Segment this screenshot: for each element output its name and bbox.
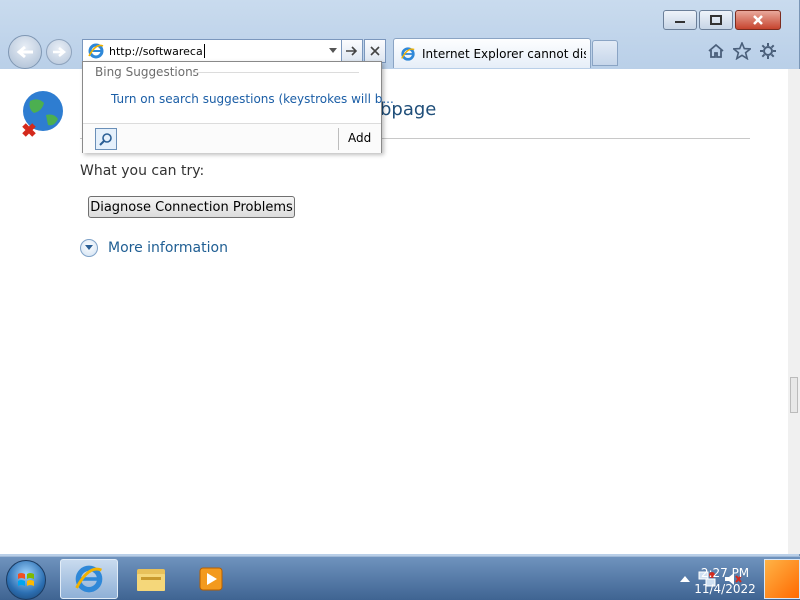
divider [193, 72, 359, 73]
new-tab-button[interactable] [592, 40, 618, 66]
ie-icon [401, 46, 415, 61]
close-icon [753, 15, 763, 25]
command-icons [706, 41, 778, 61]
globe-error-icon [22, 91, 63, 137]
turn-on-suggestions-link[interactable]: Turn on search suggestions (keystrokes w… [111, 92, 394, 106]
scrollbar-thumb[interactable] [790, 377, 798, 413]
what-you-can-try-label: What you can try: [80, 163, 205, 179]
maximize-button[interactable] [699, 10, 733, 30]
taskbar: 2:27 PM 11/4/2022 [0, 556, 800, 600]
divider [338, 128, 339, 150]
tray-up-arrow-icon [680, 576, 690, 582]
taskbar-clock[interactable]: 2:27 PM 11/4/2022 [690, 565, 760, 597]
home-button[interactable] [706, 41, 726, 61]
taskbar-internet-explorer[interactable] [60, 559, 118, 599]
add-search-provider-button[interactable]: Add [348, 131, 371, 145]
folder-icon [137, 569, 165, 591]
tools-gear-icon [760, 43, 776, 59]
diagnose-connection-button[interactable]: Diagnose Connection Problems [88, 196, 295, 218]
favorites-button[interactable] [732, 41, 752, 61]
window-controls [663, 10, 781, 30]
address-input[interactable]: http://softwareca [109, 45, 203, 58]
show-desktop-button[interactable] [764, 559, 800, 599]
address-suggestions-dropdown: Bing Suggestions Turn on search suggesti… [82, 61, 394, 153]
favorites-star-icon [733, 42, 751, 60]
more-information-label[interactable]: More information [108, 240, 228, 256]
clock-time: 2:27 PM [700, 566, 750, 580]
close-button[interactable] [735, 10, 781, 30]
tab-label: Internet Explorer cannot displ... [422, 46, 586, 61]
go-button[interactable] [341, 39, 363, 63]
more-information-link[interactable]: More information [80, 239, 228, 257]
ie-icon [88, 43, 104, 59]
go-arrow-icon [346, 46, 358, 56]
suggestions-header: Bing Suggestions [95, 65, 199, 79]
minimize-button[interactable] [663, 10, 697, 30]
tab-active[interactable]: Internet Explorer cannot displ... [393, 38, 591, 68]
media-player-icon [199, 567, 223, 591]
search-provider-button[interactable] [95, 128, 117, 150]
maximize-icon [710, 15, 722, 25]
forward-arrow-icon [53, 47, 66, 57]
stop-button[interactable] [364, 39, 386, 63]
back-arrow-icon [16, 45, 33, 59]
text-caret [203, 44, 205, 58]
taskbar-windows-explorer[interactable] [122, 559, 180, 599]
search-icon [99, 133, 112, 146]
show-hidden-icons-button[interactable] [680, 575, 690, 583]
windows-logo-icon [18, 573, 34, 586]
start-button[interactable] [6, 560, 46, 600]
address-bar[interactable]: http://softwareca [82, 39, 342, 63]
tools-button[interactable] [758, 41, 778, 61]
minimize-icon [675, 21, 685, 23]
taskbar-media-player[interactable] [182, 559, 240, 599]
home-icon [708, 43, 724, 58]
ie-icon [75, 565, 103, 593]
clock-date: 11/4/2022 [694, 582, 756, 596]
chevron-down-icon[interactable] [329, 48, 337, 54]
back-button[interactable] [8, 35, 42, 69]
stop-icon [370, 46, 380, 56]
suggestions-footer: Add [83, 123, 381, 153]
vertical-scrollbar[interactable] [788, 69, 800, 554]
forward-button[interactable] [46, 39, 72, 65]
chevron-down-icon[interactable] [80, 239, 98, 257]
